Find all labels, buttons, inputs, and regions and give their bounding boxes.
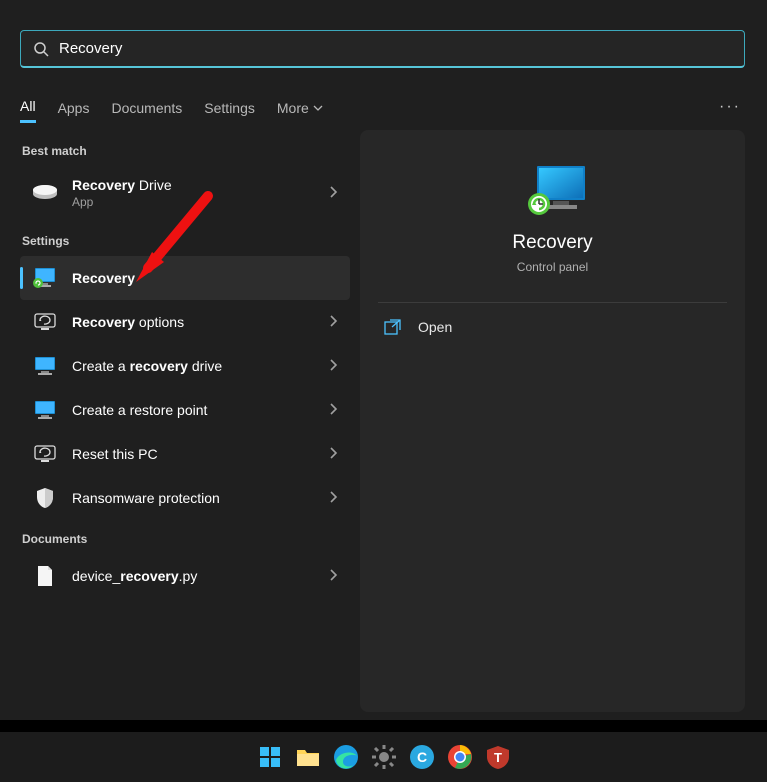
svg-text:C: C xyxy=(416,749,426,765)
filter-tabs: All Apps Documents Settings More xyxy=(20,92,323,123)
tab-settings[interactable]: Settings xyxy=(204,94,255,122)
section-best-match: Best match xyxy=(22,144,350,158)
chevron-right-icon xyxy=(328,358,338,375)
chevron-right-icon xyxy=(328,402,338,419)
result-reset-this-pc[interactable]: Reset this PC xyxy=(20,432,350,476)
taskbar-start[interactable] xyxy=(256,743,284,771)
result-label: Recovery Drive App xyxy=(72,177,328,209)
taskbar-app-t[interactable]: T xyxy=(484,743,512,771)
tab-apps[interactable]: Apps xyxy=(58,94,90,122)
monitor-icon xyxy=(32,354,58,378)
tab-more[interactable]: More xyxy=(277,94,323,122)
result-label: Recovery xyxy=(72,270,338,286)
result-label: Create a recovery drive xyxy=(72,358,328,374)
result-create-restore-point[interactable]: Create a restore point xyxy=(20,388,350,432)
result-label: Reset this PC xyxy=(72,446,328,462)
taskbar-chrome[interactable] xyxy=(446,743,474,771)
preview-title: Recovery xyxy=(378,232,727,254)
search-input[interactable] xyxy=(59,40,732,57)
recovery-preview-icon xyxy=(523,162,583,214)
overflow-menu[interactable]: ··· xyxy=(719,98,741,116)
result-ransomware-protection[interactable]: Ransomware protection xyxy=(20,476,350,520)
result-create-recovery-drive[interactable]: Create a recovery drive xyxy=(20,344,350,388)
search-icon xyxy=(33,41,49,57)
chevron-right-icon xyxy=(328,446,338,463)
chevron-right-icon xyxy=(328,185,338,202)
chevron-right-icon xyxy=(328,568,338,585)
chevron-down-icon xyxy=(313,103,323,113)
tab-documents[interactable]: Documents xyxy=(111,94,182,122)
result-label: Create a restore point xyxy=(72,402,328,418)
chevron-right-icon xyxy=(328,314,338,331)
chevron-right-icon xyxy=(328,490,338,507)
taskbar: C T xyxy=(0,732,767,782)
taskbar-app-c[interactable]: C xyxy=(408,743,436,771)
preview-subtitle: Control panel xyxy=(378,260,727,274)
system-icon xyxy=(32,310,58,334)
section-documents: Documents xyxy=(22,532,350,546)
result-label: Ransomware protection xyxy=(72,490,328,506)
result-recovery-options[interactable]: Recovery options xyxy=(20,300,350,344)
taskbar-settings[interactable] xyxy=(370,743,398,771)
result-recovery-drive[interactable]: Recovery Drive App xyxy=(20,166,350,220)
open-icon xyxy=(384,319,402,335)
result-file-device-recovery[interactable]: device_recovery.py xyxy=(20,554,350,598)
results-list: Best match Recovery Drive App Settings R… xyxy=(20,138,350,598)
shield-icon xyxy=(32,486,58,510)
taskbar-explorer[interactable] xyxy=(294,743,322,771)
file-icon xyxy=(32,564,58,588)
taskbar-edge[interactable] xyxy=(332,743,360,771)
svg-text:T: T xyxy=(494,750,502,765)
drive-icon xyxy=(32,181,58,205)
result-label: Recovery options xyxy=(72,314,328,330)
windows-search-panel: All Apps Documents Settings More ··· Bes… xyxy=(0,0,767,720)
result-label: device_recovery.py xyxy=(72,568,328,584)
section-settings: Settings xyxy=(22,234,350,248)
result-recovery[interactable]: Recovery xyxy=(20,256,350,300)
preview-pane: Recovery Control panel Open xyxy=(360,130,745,712)
monitor-icon xyxy=(32,398,58,422)
action-label: Open xyxy=(418,319,452,335)
system-icon xyxy=(32,442,58,466)
action-open[interactable]: Open xyxy=(378,303,727,351)
tab-all[interactable]: All xyxy=(20,92,36,123)
monitor-refresh-icon xyxy=(32,266,58,290)
search-bar[interactable] xyxy=(20,30,745,68)
